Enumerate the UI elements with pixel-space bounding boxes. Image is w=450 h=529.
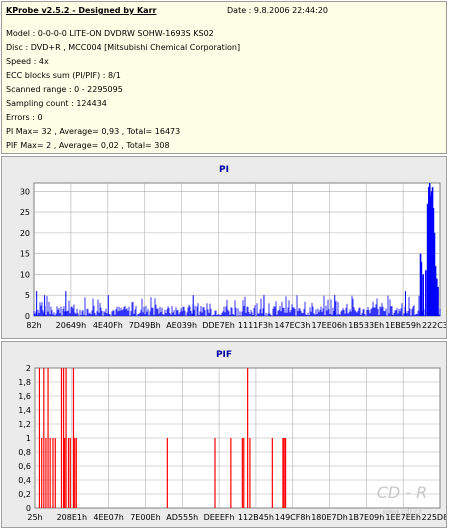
info-scanned-range: Scanned range : 0 - 2295095: [6, 85, 123, 94]
pi-x-tick-label: 147EC3h: [274, 321, 310, 330]
pif-x-tick-label: 4EE07h: [93, 513, 123, 522]
pif-x-tick-label: 25h: [27, 513, 42, 522]
info-header: KProbe v2.5.2 - Designed by Karr Date : …: [1, 1, 447, 154]
pi-x-tick-label: AE039h: [166, 321, 197, 330]
pif-y-tick-label: 2: [26, 364, 31, 373]
pif-x-tick-label: DEEEFh: [204, 513, 235, 522]
pif-y-tick-label: 1: [26, 434, 31, 443]
pif-chart: 0 0,2 0,4 0,6 0,8 1 1,2 1,4 1,6 1,8 2 25h 208E1h 4EE0…: [18, 364, 446, 522]
pi-x-tick-label: 1B533Eh: [348, 321, 384, 330]
pif-y-tick-label: 1,2: [18, 420, 31, 429]
pi-x-tick-label: 1111F3h: [238, 321, 273, 330]
watermark-logo: CD - R: [377, 483, 428, 502]
pif-y-tick-label: 1,6: [18, 392, 31, 401]
pi-plot-area: [33, 182, 441, 317]
pi-chart: 0 5 10 15 20 25 30 82h 20649h 4E40Fh 7D49Bh AE039h D…: [20, 182, 446, 330]
pi-x-tick-label: 20649h: [56, 321, 87, 330]
pif-y-tick-label: 0,8: [18, 448, 31, 457]
pi-y-tick-label: 10: [20, 270, 30, 279]
scan-date: Date : 9.8.2006 22:44:20: [227, 6, 328, 15]
info-ecc-blocks: ECC blocks sum (PI/PIF) : 8/1: [6, 71, 121, 80]
watermark-url: www.cdr.cz: [382, 508, 421, 516]
pi-y-tick-label: 20: [20, 229, 30, 238]
pi-y-tick-label: 0: [25, 312, 30, 321]
pif-x-tick-label: 112B45h: [238, 513, 274, 522]
pif-y-tick-label: 1,8: [18, 378, 31, 387]
pif-x-tick-label: 208E1h: [57, 513, 87, 522]
pif-y-tick-label: 0,4: [18, 476, 31, 485]
pif-y-tick-label: 0,2: [18, 490, 31, 499]
pi-x-tick-label: 4E40Fh: [93, 321, 123, 330]
pif-x-tick-label: 225D88h: [422, 513, 446, 522]
pi-x-tick-label: DDE7Eh: [202, 321, 235, 330]
pif-y-tick-label: 0,6: [18, 462, 31, 471]
pi-y-tick-label: 30: [20, 187, 30, 196]
pi-x-tick-label: 82h: [26, 321, 41, 330]
info-disc: Disc : DVD+R , MCC004 [Mitsubishi Chemic…: [6, 43, 241, 52]
info-errors: Errors : 0: [6, 113, 43, 122]
info-speed: Speed : 4x: [6, 57, 49, 66]
pi-y-tick-label: 25: [20, 208, 30, 217]
info-pif-stats: PIF Max= 2 , Average= 0,02 , Total= 308: [6, 141, 170, 150]
pi-x-tick-label: 1EBE59h: [385, 321, 421, 330]
pif-x-tick-label: AD555h: [166, 513, 198, 522]
info-model: Model : 0-0-0-0 LITE-ON DVDRW SOHW-1693S…: [6, 29, 214, 38]
pi-x-tick-label: 222C3Eh: [422, 321, 446, 330]
pi-x-tick-label: 17EE06h: [311, 321, 347, 330]
pi-y-tick-label: 15: [20, 250, 30, 259]
pi-x-tick-label: 7D49Bh: [129, 321, 161, 330]
pif-x-tick-label: 7E00Eh: [130, 513, 160, 522]
pif-y-tick-label: 0: [26, 504, 31, 513]
pif-x-tick-label: 180E7Dh: [311, 513, 348, 522]
info-pi-stats: PI Max= 32 , Average= 0,93 , Total= 1647…: [6, 127, 181, 136]
info-sampling-count: Sampling count : 124434: [6, 99, 107, 108]
pif-chart-panel: PIF 0 0,2 0,4 0,6 0,8 1 1,2 1,4 1,6 1,8 2 25h 208E1h…: [1, 341, 447, 528]
pif-x-tick-label: 1B7E09h: [348, 513, 384, 522]
app-title: KProbe v2.5.2 - Designed by Karr: [6, 6, 157, 15]
pif-x-tick-label: 149CF8h: [275, 513, 311, 522]
pi-y-tick-label: 5: [25, 291, 30, 300]
pif-y-tick-label: 1,4: [18, 406, 31, 415]
pi-chart-panel: PI 0 5 10 15 20 25 30 82h 20649h 4E40Fh 7D49Bh AE03…: [1, 156, 447, 339]
